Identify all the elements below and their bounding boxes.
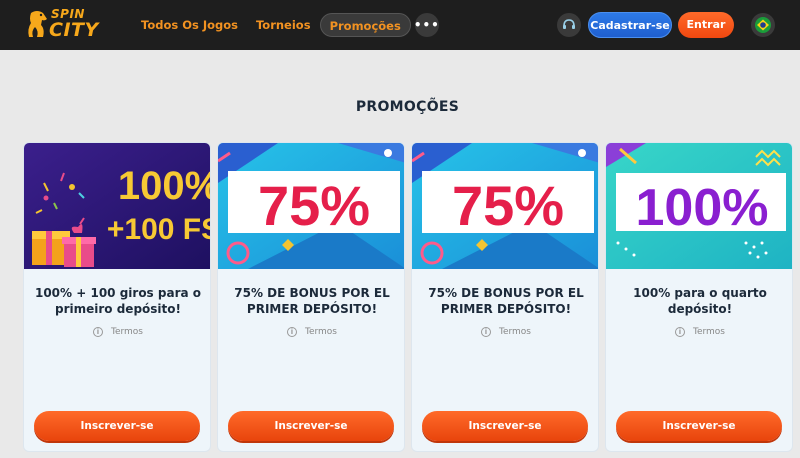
info-icon: i: [286, 327, 297, 337]
spin-city-logo[interactable]: SPIN CITY: [27, 6, 99, 44]
horse-logo-icon: [28, 11, 47, 37]
signup-button[interactable]: Cadastrar-se: [588, 12, 672, 38]
headset-icon: [563, 19, 575, 29]
promo-card: 100% +100 FS 100% + 100 giros para o pri…: [23, 142, 211, 452]
nav-promotions[interactable]: Promoções: [319, 13, 411, 37]
terms-label: Termos: [498, 327, 531, 337]
terms-link[interactable]: i Termos: [218, 327, 404, 337]
banner-text-main: 75%: [258, 174, 370, 237]
page-title: PROMOÇÕES: [355, 99, 460, 115]
promo-banner: 100% +100 FS: [24, 143, 211, 269]
terms-label: Termos: [110, 327, 143, 337]
terms-link[interactable]: i Termos: [606, 327, 792, 337]
brazil-flag-icon: [755, 17, 771, 33]
promo-title: 75% DE BONUS POR EL PRIMER DEPÓSITO!: [234, 286, 390, 316]
promo-card: 75% 75% DE BONUS POR EL PRIMER DEPÓSITO!…: [411, 142, 599, 452]
promo-banner: 75%: [218, 143, 404, 269]
banner-text-sub: +100 FS: [107, 213, 211, 246]
login-button[interactable]: Entrar: [678, 12, 734, 38]
info-icon: i: [674, 327, 685, 337]
promo-title: 75% DE BONUS POR EL PRIMER DEPÓSITO!: [428, 286, 584, 316]
more-menu-button[interactable]: •••: [414, 13, 439, 37]
info-icon: i: [92, 327, 103, 337]
promo-title: 100% + 100 giros para o primeiro depósit…: [34, 286, 202, 316]
top-bar: SPIN CITY Todos Os Jogos Torneios Promoç…: [0, 0, 800, 50]
subscribe-button[interactable]: Inscrever-se: [228, 411, 394, 441]
main-nav: Todos Os Jogos Torneios Promoções •••: [132, 13, 439, 37]
promo-banner: 100%: [606, 143, 792, 269]
promo-title: 100% para o quarto depósito!: [633, 286, 767, 316]
subscribe-button[interactable]: Inscrever-se: [616, 411, 782, 441]
support-button[interactable]: [557, 13, 581, 37]
banner-text-main: 100%: [636, 179, 769, 237]
banner-text-main: 75%: [452, 174, 564, 237]
subscribe-button[interactable]: Inscrever-se: [422, 411, 588, 441]
info-icon: i: [480, 327, 491, 337]
promo-banner: 75%: [412, 143, 598, 269]
terms-label: Termos: [692, 327, 725, 337]
language-selector[interactable]: [751, 13, 775, 37]
nav-all-games[interactable]: Todos Os Jogos: [132, 13, 247, 37]
terms-link[interactable]: i Termos: [24, 327, 210, 337]
banner-text-main: 100%: [118, 164, 211, 208]
terms-link[interactable]: i Termos: [412, 327, 598, 337]
nav-tournaments[interactable]: Torneios: [247, 13, 320, 37]
promo-card: 75% 75% DE BONUS POR EL PRIMER DEPÓSITO!…: [217, 142, 405, 452]
terms-label: Termos: [304, 327, 337, 337]
promo-card: 100% 100% para o quarto depósito! i Term…: [605, 142, 793, 452]
logo-text-city: CITY: [49, 19, 99, 41]
subscribe-button[interactable]: Inscrever-se: [34, 411, 200, 441]
